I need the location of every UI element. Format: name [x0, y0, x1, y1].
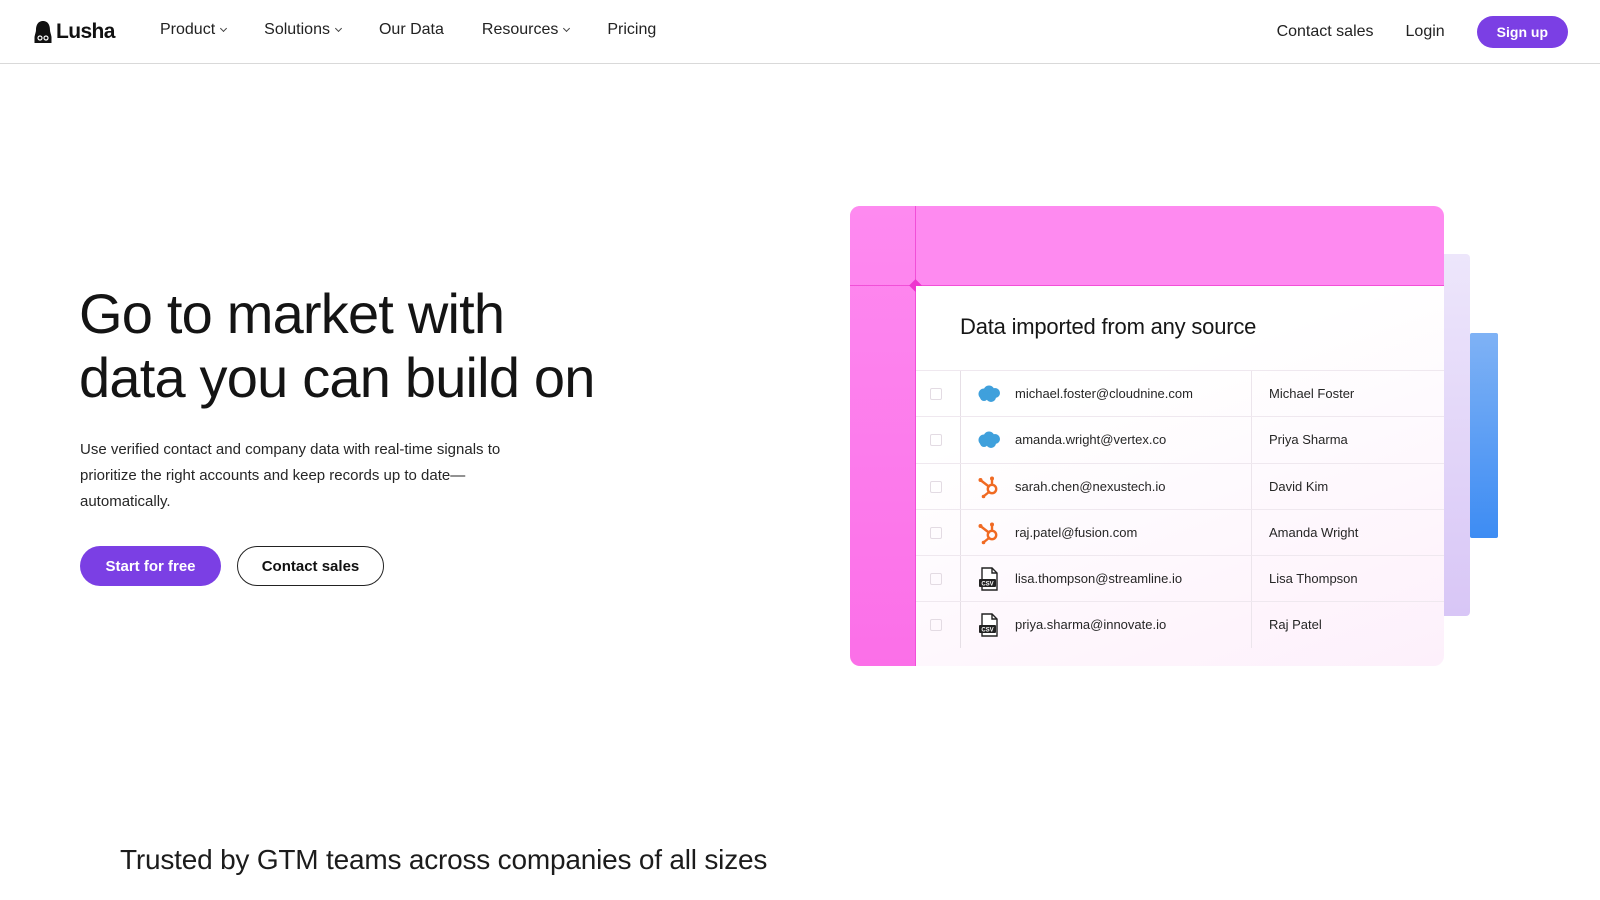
start-for-free-button[interactable]: Start for free	[80, 546, 221, 586]
csv-file-icon: CSV	[976, 567, 1002, 591]
row-name: Raj Patel	[1269, 617, 1322, 633]
trusted-heading: Trusted by GTM teams across companies of…	[120, 844, 768, 875]
column-divider	[1251, 371, 1252, 417]
hubspot-icon	[976, 521, 1002, 545]
top-nav: Lusha Product Solutions Our Data Resourc…	[0, 0, 1600, 64]
nav-resources-label: Resources	[481, 21, 559, 38]
column-divider	[1251, 417, 1252, 463]
column-divider	[960, 371, 961, 417]
nav-actions: Contact sales Login Sign up	[1277, 16, 1568, 48]
signup-button[interactable]: Sign up	[1476, 16, 1568, 48]
brand-name: Lusha	[56, 20, 115, 43]
lusha-logo-icon	[34, 21, 52, 43]
hero-title-line2: data you can build on	[79, 346, 595, 409]
column-divider	[1251, 556, 1252, 602]
column-divider	[1251, 463, 1252, 509]
import-table-row: CSV priya.sharma@innovate.io Raj Patel	[916, 601, 1444, 648]
csv-file-icon: CSV	[976, 613, 1002, 638]
row-name: Amanda Wright	[1269, 524, 1359, 540]
row-name: Priya Sharma	[1269, 432, 1348, 448]
column-divider	[960, 417, 961, 463]
card-side-band	[850, 206, 916, 666]
row-email: amanda.wright@vertex.co	[1015, 432, 1167, 448]
card-title: Data imported from any source	[960, 314, 1257, 339]
nav-our-data[interactable]: Our Data	[379, 21, 444, 39]
row-checkbox[interactable]	[930, 434, 942, 447]
import-table-row: raj.patel@fusion.com Amanda Wright	[916, 508, 1444, 556]
row-name: David Kim	[1269, 478, 1329, 494]
data-import-illustration: Data imported from any source michael.fo…	[850, 206, 1520, 666]
hubspot-icon	[976, 475, 1002, 499]
hero-title: Go to market with data you can build on	[79, 282, 699, 410]
row-checkbox[interactable]	[930, 619, 942, 632]
nav-product[interactable]: Product	[160, 21, 228, 39]
row-checkbox[interactable]	[930, 526, 942, 539]
column-divider	[960, 556, 961, 602]
row-checkbox[interactable]	[930, 573, 942, 586]
column-divider	[1251, 509, 1252, 556]
back-panel-blue	[1470, 333, 1498, 538]
row-email: sarah.chen@nexustech.io	[1015, 478, 1166, 494]
nav-contact-sales-link[interactable]: Contact sales	[1277, 23, 1374, 41]
salesforce-icon	[976, 428, 1002, 452]
import-table-row: sarah.chen@nexustech.io David Kim	[916, 462, 1444, 509]
column-divider	[960, 602, 961, 648]
import-table-row: CSV lisa.thompson@streamline.io Lisa Thomp…	[916, 555, 1444, 602]
column-divider	[960, 509, 961, 556]
contact-sales-button[interactable]: Contact sales	[237, 546, 384, 586]
salesforce-icon	[976, 382, 1002, 406]
hero-subtitle: Use verified contact and company data wi…	[80, 441, 501, 510]
row-email: lisa.thompson@streamline.io	[1015, 571, 1183, 587]
hero-title-line1: Go to market with	[79, 282, 505, 345]
nav-pricing[interactable]: Pricing	[607, 21, 656, 39]
import-table-row: michael.foster@cloudnine.com Michael Fost…	[916, 370, 1444, 417]
chevron-down-icon	[563, 24, 571, 32]
import-table-row: amanda.wright@vertex.co Priya Sharma	[916, 416, 1444, 463]
lusha-logo[interactable]: Lusha	[33, 19, 115, 45]
row-name: Lisa Thompson	[1269, 571, 1358, 587]
column-divider	[1251, 602, 1252, 648]
row-email: raj.patel@fusion.com	[1015, 524, 1138, 540]
svg-text:CSV: CSV	[981, 628, 993, 634]
nav-product-label: Product	[160, 21, 216, 38]
nav-our-data-label: Our Data	[378, 21, 444, 38]
card-header-band	[850, 206, 1444, 286]
nav-resources[interactable]: Resources	[481, 21, 571, 39]
row-email: priya.sharma@innovate.io	[1015, 617, 1167, 633]
nav-pricing-label: Pricing	[607, 21, 657, 38]
row-name: Michael Foster	[1269, 386, 1355, 401]
row-checkbox[interactable]	[930, 388, 942, 400]
chevron-down-icon	[334, 24, 343, 32]
row-checkbox[interactable]	[930, 480, 942, 493]
column-divider	[960, 463, 961, 509]
nav-solutions-label: Solutions	[264, 21, 330, 38]
import-table: michael.foster@cloudnine.com Michael Fost…	[916, 370, 1444, 648]
import-card: Data imported from any source michael.fo…	[850, 206, 1444, 666]
login-link[interactable]: Login	[1406, 23, 1445, 41]
svg-text:CSV: CSV	[981, 582, 993, 588]
card-body: Data imported from any source michael.fo…	[916, 286, 1444, 666]
chevron-down-icon	[220, 24, 228, 32]
nav-solutions[interactable]: Solutions	[264, 21, 343, 39]
row-email: michael.foster@cloudnine.com	[1015, 386, 1193, 401]
main-menu: Product Solutions Our Data Resources Pri…	[160, 21, 694, 39]
